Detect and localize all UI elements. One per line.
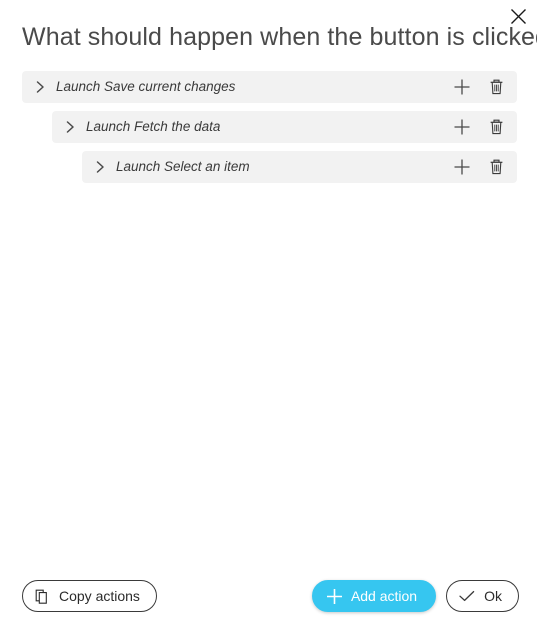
action-editor-dialog: What should happen when the button is cl… <box>0 0 537 634</box>
delete-action-button[interactable] <box>479 72 513 102</box>
action-label: Launch Select an item <box>116 159 250 174</box>
action-label: Launch Save current changes <box>56 79 236 94</box>
add-child-action-button[interactable] <box>445 152 479 182</box>
delete-action-button[interactable] <box>479 112 513 142</box>
table-row[interactable]: Launch Fetch the data <box>52 111 517 143</box>
copy-icon <box>35 588 51 605</box>
add-child-action-button[interactable] <box>445 112 479 142</box>
plus-icon <box>453 78 471 96</box>
close-icon <box>509 7 528 26</box>
ok-button[interactable]: Ok <box>446 580 519 612</box>
copy-actions-button[interactable]: Copy actions <box>22 580 157 612</box>
trash-icon <box>488 158 505 176</box>
plus-icon <box>325 587 344 606</box>
plus-icon <box>453 158 471 176</box>
chevron-right-icon[interactable] <box>57 112 83 142</box>
trash-icon <box>488 78 505 96</box>
table-row[interactable]: Launch Select an item <box>82 151 517 183</box>
add-action-button[interactable]: Add action <box>311 580 437 612</box>
chevron-right-icon[interactable] <box>27 72 53 102</box>
action-label: Launch Fetch the data <box>86 119 221 134</box>
table-row[interactable]: Launch Save current changes <box>22 71 517 103</box>
ok-label: Ok <box>484 588 502 604</box>
copy-actions-label: Copy actions <box>59 588 140 604</box>
dialog-footer: Copy actions Add action Ok <box>0 570 537 634</box>
plus-icon <box>453 118 471 136</box>
trash-icon <box>488 118 505 136</box>
delete-action-button[interactable] <box>479 152 513 182</box>
check-icon <box>458 589 476 603</box>
add-child-action-button[interactable] <box>445 72 479 102</box>
footer-right-group: Add action Ok <box>311 580 519 612</box>
chevron-right-icon[interactable] <box>87 152 113 182</box>
action-list: Launch Save current changes Launch Fetch… <box>0 71 537 570</box>
page-title: What should happen when the button is cl… <box>22 23 537 51</box>
close-button[interactable] <box>505 3 531 29</box>
add-action-label: Add action <box>350 588 418 604</box>
